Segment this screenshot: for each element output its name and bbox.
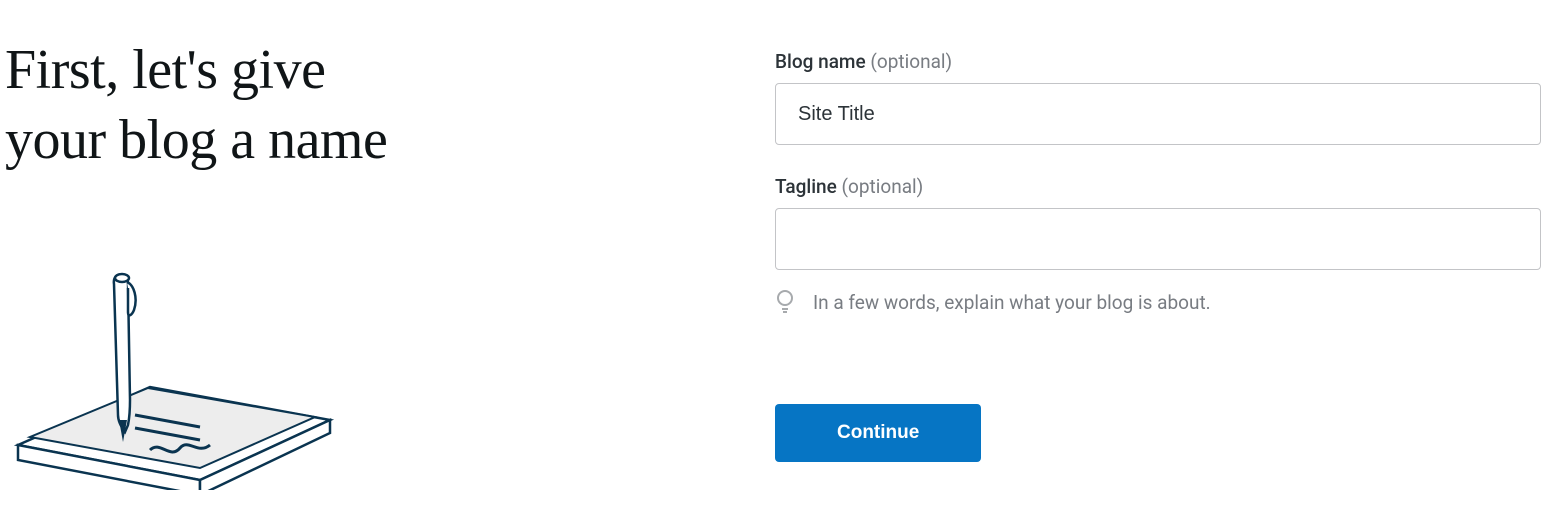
tagline-label: Tagline (optional) [775,175,1541,198]
page-title: First, let's give your blog a name [5,35,775,175]
continue-button[interactable]: Continue [775,404,981,462]
notepad-pen-illustration [10,270,775,494]
tagline-group: Tagline (optional) In a few words, expla… [775,175,1541,314]
blog-name-input[interactable] [775,83,1541,145]
blog-name-label-text: Blog name [775,50,866,73]
lightbulb-icon [775,290,795,314]
blog-name-label: Blog name (optional) [775,50,1541,73]
blog-name-optional-text: (optional) [870,50,952,73]
tagline-label-text: Tagline [775,175,837,198]
tagline-optional-text: (optional) [842,175,924,198]
tagline-hint-text: In a few words, explain what your blog i… [813,291,1211,314]
heading-line-1: First, let's give [5,39,325,101]
tagline-input[interactable] [775,208,1541,270]
heading-line-2: your blog a name [5,109,387,171]
blog-name-group: Blog name (optional) [775,50,1541,145]
tagline-hint: In a few words, explain what your blog i… [775,290,1541,314]
